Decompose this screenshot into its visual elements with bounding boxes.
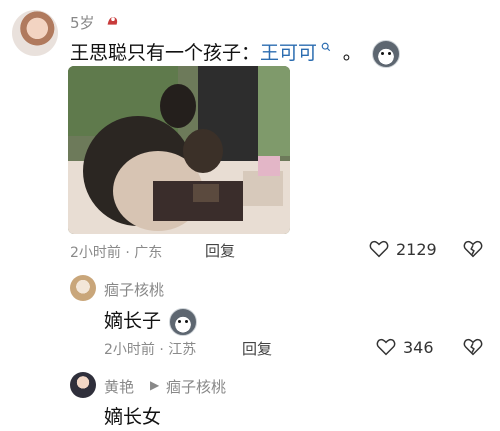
reply-button[interactable]: 回复 bbox=[242, 338, 272, 359]
comment-body: 王思聪只有一个孩子： bbox=[70, 42, 261, 64]
reply-avatar[interactable] bbox=[70, 275, 96, 301]
reply-avatar[interactable] bbox=[70, 372, 96, 398]
reply-text: 嫡长女 bbox=[104, 406, 162, 428]
comment-meta: 2小时前 · 广东 bbox=[70, 245, 163, 261]
broken-heart-icon bbox=[463, 338, 483, 356]
like-button[interactable]: 346 bbox=[375, 336, 434, 358]
mention-link[interactable]: 王可可 bbox=[260, 42, 317, 64]
reply-to-username[interactable]: 痼子核桃 bbox=[166, 376, 226, 397]
husky-emoji-icon bbox=[371, 39, 400, 68]
dislike-button[interactable] bbox=[462, 238, 484, 260]
like-count: 346 bbox=[403, 337, 434, 357]
reply-button[interactable]: 回复 bbox=[205, 240, 235, 261]
husky-emoji-icon bbox=[169, 307, 198, 336]
like-button[interactable]: 2129 bbox=[368, 238, 437, 260]
comment-text: 王思聪只有一个孩子：王可可 。 bbox=[70, 38, 400, 68]
reply-body: 嫡长子 bbox=[104, 310, 162, 332]
avatar[interactable] bbox=[12, 10, 58, 56]
dislike-button[interactable] bbox=[462, 336, 484, 358]
reply-arrow-icon: ▶ bbox=[150, 378, 160, 392]
heart-icon bbox=[368, 238, 390, 260]
search-icon[interactable] bbox=[317, 41, 335, 55]
comment-punct: 。 bbox=[342, 42, 362, 64]
comment-photo[interactable] bbox=[68, 66, 290, 234]
reply-text: 嫡长子 bbox=[104, 306, 198, 336]
badge-icon bbox=[104, 12, 122, 30]
reply-meta: 2小时前 · 江苏 bbox=[104, 342, 197, 358]
comment-username[interactable]: 5岁 bbox=[70, 12, 95, 33]
reply-username[interactable]: 黄艳 bbox=[104, 376, 134, 397]
heart-icon bbox=[375, 336, 397, 358]
reply-username[interactable]: 痼子核桃 bbox=[104, 279, 164, 300]
broken-heart-icon bbox=[463, 240, 483, 258]
like-count: 2129 bbox=[396, 239, 437, 259]
